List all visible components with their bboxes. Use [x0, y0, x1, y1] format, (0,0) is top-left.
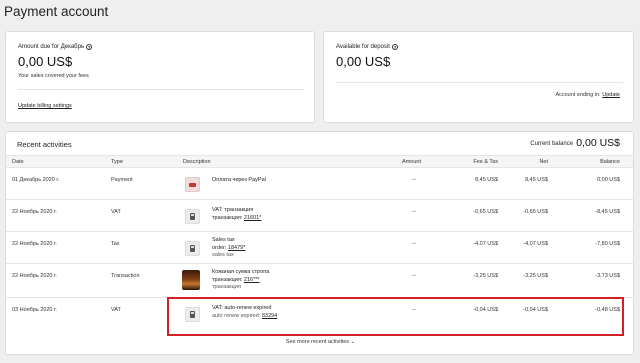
- transaction-link[interactable]: 216***: [244, 277, 260, 283]
- current-balance-label: Current balance: [530, 141, 573, 147]
- row-fee: -3,25 US$: [473, 273, 498, 279]
- row-date: 22 Ноябрь 2020 г.: [12, 273, 57, 279]
- amount-due-value: 0,00 US$: [18, 54, 73, 69]
- header-amount: Amount: [402, 159, 421, 165]
- row-balance: -7,80 US$: [595, 241, 620, 247]
- row-type: Transaction: [111, 273, 140, 279]
- row-net: -0,65 US$: [523, 209, 548, 215]
- row-date: 01 Декабрь 2020 г.: [12, 177, 60, 183]
- available-deposit-card: Available for deposit ? 0,00 US$ Account…: [323, 31, 634, 123]
- row-description: Кожаная сумка стропа транзакция: 216*** …: [212, 269, 269, 292]
- info-icon[interactable]: ?: [391, 44, 398, 50]
- row-description-title: VAT: транзакция: [212, 207, 254, 213]
- bag-product-thumbnail[interactable]: [182, 270, 200, 290]
- row-net: 8,45 US$: [525, 177, 548, 183]
- transaction-link[interactable]: 21601*: [244, 215, 261, 221]
- row-balance: -8,45 US$: [595, 209, 620, 215]
- row-description: Sales tax order: 18479* sales tax: [212, 237, 245, 260]
- header-type: Type: [111, 159, 123, 165]
- row-description-sub: транзакция: [212, 284, 241, 290]
- row-description-title: Кожаная сумка стропа: [212, 269, 270, 275]
- see-more-activities-link[interactable]: See more recent activities ⌄: [6, 339, 635, 345]
- row-description-title: Sales tax: [212, 237, 235, 243]
- row-amount: --: [412, 177, 416, 183]
- row-date: 03 Ноябрь 2020 г.: [12, 307, 57, 313]
- amount-due-label-row: Amount due for Декабрь ?: [18, 44, 93, 50]
- info-icon[interactable]: ?: [86, 44, 93, 50]
- row-amount: --: [412, 273, 416, 279]
- row-type: VAT: [111, 209, 121, 215]
- paypal-icon: [185, 177, 200, 192]
- order-link[interactable]: 18479*: [228, 245, 245, 251]
- available-label-row: Available for deposit ?: [336, 44, 398, 50]
- update-account-link[interactable]: Update: [602, 92, 620, 98]
- header-net: Net: [539, 159, 548, 165]
- available-value: 0,00 US$: [336, 54, 391, 69]
- row-description-sub: sales tax: [212, 252, 234, 258]
- row-description: VAT: транзакция транзакция: 21601*: [212, 207, 261, 222]
- account-ending-label: Account ending in:: [555, 92, 601, 98]
- row-amount: --: [412, 241, 416, 247]
- row-description-prefix: транзакция:: [212, 214, 244, 221]
- account-ending-row: Account ending in: Update: [555, 92, 620, 98]
- update-billing-settings-link[interactable]: Update billing settings: [18, 103, 72, 109]
- row-type: Tax: [111, 241, 120, 247]
- header-fee-tax: Fee & Tax: [473, 159, 498, 165]
- row-fee: 8,45 US$: [475, 177, 498, 183]
- table-header: Date Type Description Amount Fee & Tax N…: [6, 155, 633, 168]
- row-type: Payment: [111, 177, 133, 183]
- calculator-icon: [185, 209, 200, 224]
- recent-activities-title: Recent activities: [17, 140, 72, 149]
- row-description: Оплата через PayPal: [212, 177, 266, 185]
- amount-due-label: Amount due for Декабрь: [18, 44, 85, 50]
- amount-due-subtext: Your sales covered your fees: [18, 73, 89, 79]
- header-date: Date: [12, 159, 24, 165]
- header-description: Description: [183, 159, 211, 165]
- row-description-prefix: order:: [212, 244, 228, 251]
- row-description-prefix: транзакция:: [212, 276, 244, 283]
- highlight-box: [167, 297, 624, 336]
- table-row[interactable]: 22 Ноябрь 2020 г. Transaction Кожаная су…: [6, 265, 633, 298]
- row-fee: -0,65 US$: [473, 209, 498, 215]
- page-title: Payment account: [4, 4, 109, 19]
- row-type: VAT: [111, 307, 121, 313]
- header-balance: Balance: [600, 159, 620, 165]
- calculator-icon: [185, 241, 200, 256]
- amount-due-card: Amount due for Декабрь ? 0,00 US$ Your s…: [5, 31, 315, 123]
- current-balance-value: 0,00 US$: [576, 137, 620, 149]
- row-balance: -3,73 US$: [595, 273, 620, 279]
- row-balance: 0,00 US$: [597, 177, 620, 183]
- row-net: -4,07 US$: [523, 241, 548, 247]
- available-label: Available for deposit: [336, 44, 390, 50]
- row-date: 22 Ноябрь 2020 г.: [12, 209, 57, 215]
- row-fee: -4,07 US$: [473, 241, 498, 247]
- row-amount: --: [412, 209, 416, 215]
- table-row[interactable]: 22 Ноябрь 2020 г. VAT VAT: транзакция тр…: [6, 201, 633, 232]
- divider: [336, 82, 623, 83]
- table-row[interactable]: 22 Ноябрь 2020 г. Tax Sales tax order: 1…: [6, 233, 633, 264]
- table-row[interactable]: 01 Декабрь 2020 г. Payment Оплата через …: [6, 169, 633, 200]
- row-date: 22 Ноябрь 2020 г.: [12, 241, 57, 247]
- divider: [18, 89, 304, 90]
- row-description-title: Оплата через PayPal: [212, 177, 266, 183]
- row-net: -3,25 US$: [523, 273, 548, 279]
